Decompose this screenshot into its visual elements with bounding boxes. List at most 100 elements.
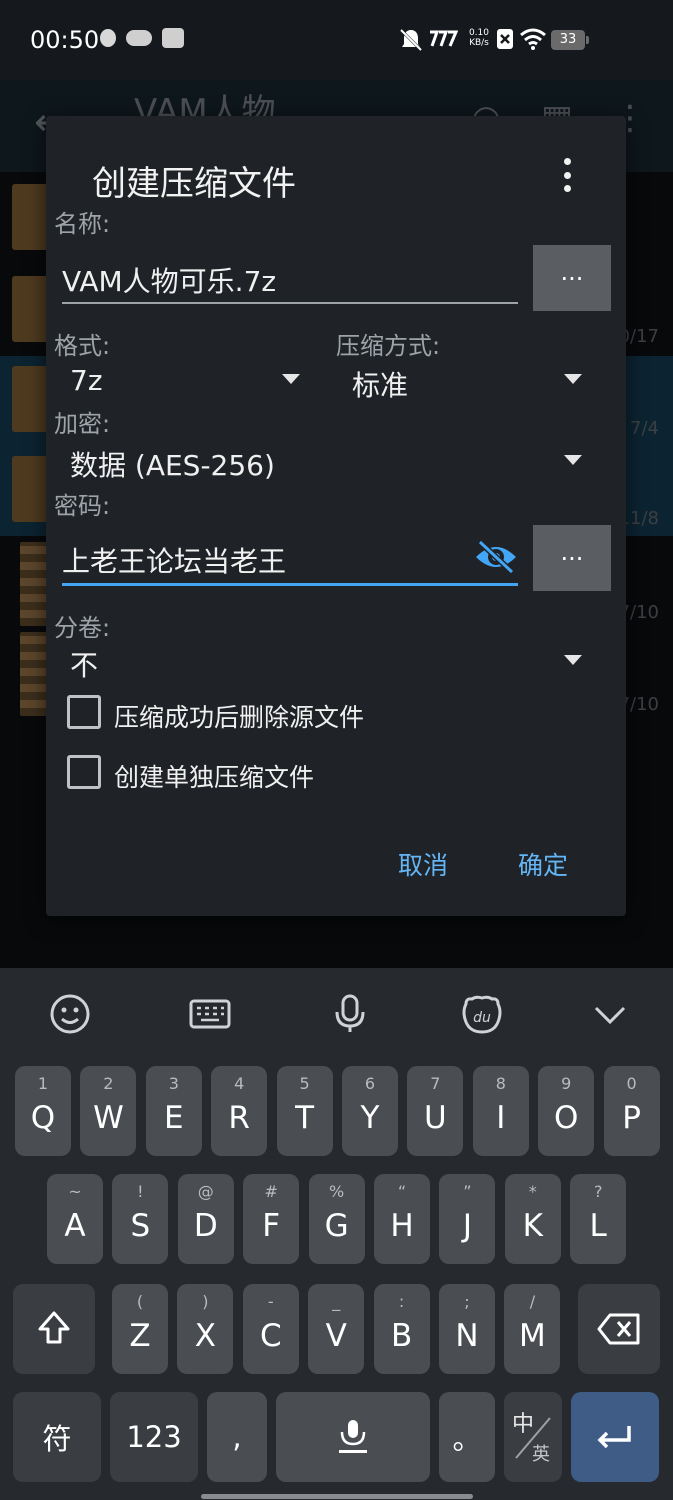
delete-source-label[interactable]: 压缩成功后删除源文件 [114,698,364,734]
key-label: E [164,1100,184,1136]
status-time: 00:50 [30,26,100,54]
key-secondary-label: “ [397,1182,407,1201]
key-label: M [519,1318,546,1354]
backspace-key[interactable] [578,1284,660,1374]
split-dropdown-icon[interactable] [564,655,582,665]
separate-archives-label[interactable]: 创建单独压缩文件 [114,758,314,794]
key-secondary-label: _ [332,1292,341,1311]
comma-key[interactable]: , [207,1392,267,1482]
key-label: G [324,1208,349,1244]
enter-key[interactable] [571,1392,659,1482]
key-secondary-label: 0 [626,1074,637,1093]
format-dropdown-icon[interactable] [282,374,300,384]
key-f[interactable]: # F [243,1174,300,1264]
key-r[interactable]: 4R [211,1066,268,1156]
battery-indicator: 33 [551,30,589,50]
key-label: N [455,1318,479,1354]
microphone-icon[interactable] [328,992,372,1036]
key-label: S [130,1208,151,1244]
sim-off-icon [497,29,513,49]
backspace-icon [597,1313,640,1345]
keyboard-icon[interactable] [188,992,232,1036]
split-label: 分卷: [54,614,111,642]
browse-path-button[interactable]: ... [533,245,611,311]
key-g[interactable]: % G [308,1174,365,1264]
key-k[interactable]: * K [504,1174,561,1264]
delete-source-checkbox[interactable] [67,695,101,729]
language-switch-key[interactable]: 中 英 [504,1392,562,1482]
password-options-button[interactable]: ... [533,525,611,591]
key-label: C [259,1318,282,1354]
key-q[interactable]: 1Q [15,1066,71,1156]
key-o[interactable]: 9O [538,1066,595,1156]
symbols-key[interactable]: 符 [13,1392,101,1482]
key-y[interactable]: 6Y [342,1066,398,1156]
home-indicator[interactable] [201,1494,473,1499]
password-field[interactable]: 上老王论坛当老王 [62,540,286,580]
method-label: 压缩方式: [336,332,441,360]
key-label: T [295,1100,315,1136]
key-d[interactable]: @ D [177,1174,234,1264]
key-secondary-label: ~ [68,1182,82,1201]
key-c[interactable]: -C [242,1284,299,1374]
key-l[interactable]: ? L [570,1174,627,1264]
numbers-key[interactable]: 123 [110,1392,198,1482]
format-label: 格式: [54,332,111,360]
key-p[interactable]: 0P [603,1066,660,1156]
ok-button[interactable]: 确定 [518,846,568,882]
key-secondary-label: @ [197,1182,214,1201]
key-a[interactable]: ~ A [47,1174,103,1264]
name-field[interactable]: VAM人物可乐.7z [62,260,276,300]
key-z[interactable]: (Z [112,1284,168,1374]
cancel-button[interactable]: 取消 [398,846,448,882]
key-h[interactable]: “H [374,1174,430,1264]
key-e[interactable]: 3E [145,1066,202,1156]
key-w[interactable]: 2W [80,1066,137,1156]
voice-space-icon [339,1420,367,1453]
encryption-dropdown-icon[interactable] [564,455,582,465]
key-label: H [390,1208,414,1244]
method-dropdown-icon[interactable] [564,374,582,384]
emoji-icon[interactable] [48,992,92,1036]
key-n[interactable]: ; N [439,1284,495,1374]
space-key[interactable] [276,1392,430,1482]
period-key[interactable]: 。 [439,1392,495,1482]
du-icon[interactable]: du [460,992,504,1036]
dialog-menu-icon[interactable] [562,158,572,192]
shift-key[interactable] [13,1284,95,1374]
key-label: B [390,1318,413,1354]
split-select[interactable]: 不 [70,644,98,684]
key-secondary-label: * [528,1182,537,1201]
key-label: Z [129,1318,151,1354]
key-t[interactable]: 5T [276,1066,333,1156]
key-label: P [622,1100,641,1136]
separate-archives-checkbox[interactable] [67,755,101,789]
name-label: 名称: [54,210,111,238]
key-b[interactable]: :B [373,1284,430,1374]
key-u[interactable]: 7U [407,1066,464,1156]
key-s[interactable]: ! S [112,1174,169,1264]
key-secondary-label: - [267,1292,274,1311]
shift-icon [38,1311,70,1344]
app-notification-icon [126,30,152,46]
key-secondary-label: # [264,1182,278,1201]
visibility-off-icon[interactable] [474,540,518,574]
collapse-keyboard-icon[interactable] [588,992,632,1036]
key-m[interactable]: / M [504,1284,561,1374]
encryption-select[interactable]: 数据 (AES-256) [70,444,275,484]
key-i[interactable]: 8I [472,1066,529,1156]
key-secondary-label: 5 [299,1074,310,1093]
key-v[interactable]: _ V [308,1284,365,1374]
key-label: I [496,1100,506,1136]
method-select[interactable]: 标准 [352,364,408,404]
key-j[interactable]: ” J [439,1174,496,1264]
key-x[interactable]: ) X [177,1284,234,1374]
key-label: K [522,1208,543,1244]
language-divider [515,1417,551,1459]
name-field-underline [62,302,518,304]
key-secondary-label: ! [137,1182,144,1201]
key-secondary-label: 9 [561,1074,572,1093]
key-secondary-label: 2 [103,1074,114,1093]
network-speed: 0.10 KB/s [469,28,489,48]
format-select[interactable]: 7z [70,364,103,397]
